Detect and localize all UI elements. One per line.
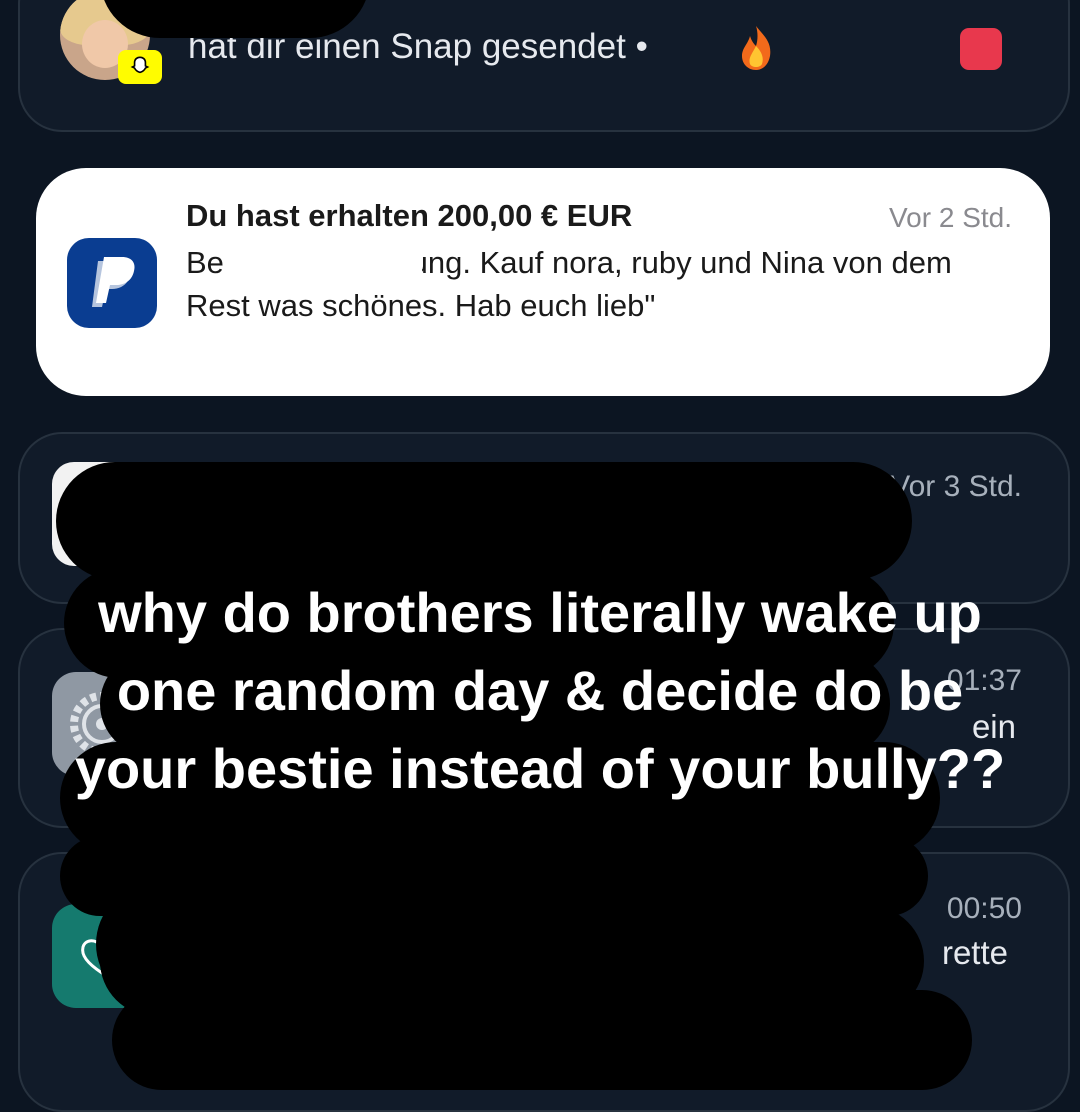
- paypal-time: Vor 2 Std.: [889, 202, 1012, 233]
- fire-icon: [736, 24, 776, 72]
- redaction-bar: [228, 243, 422, 283]
- notification-5-time: 00:50: [946, 892, 1022, 925]
- overlay-caption: why do brothers literally wake up one ra…: [74, 581, 1006, 800]
- redaction-scribble: [100, 0, 370, 38]
- snapchat-icon: [118, 50, 162, 84]
- notification-5-snippet: rette: [941, 934, 1008, 971]
- red-square-icon: [960, 28, 1002, 70]
- paypal-title: Du hast erhalten 200,00 € EUR: [186, 198, 633, 233]
- redaction-scribble: [112, 990, 972, 1090]
- notification-3-time: Vor 3 Std.: [890, 470, 1022, 503]
- paypal-icon: [67, 238, 157, 328]
- redaction-scribble: [56, 462, 912, 580]
